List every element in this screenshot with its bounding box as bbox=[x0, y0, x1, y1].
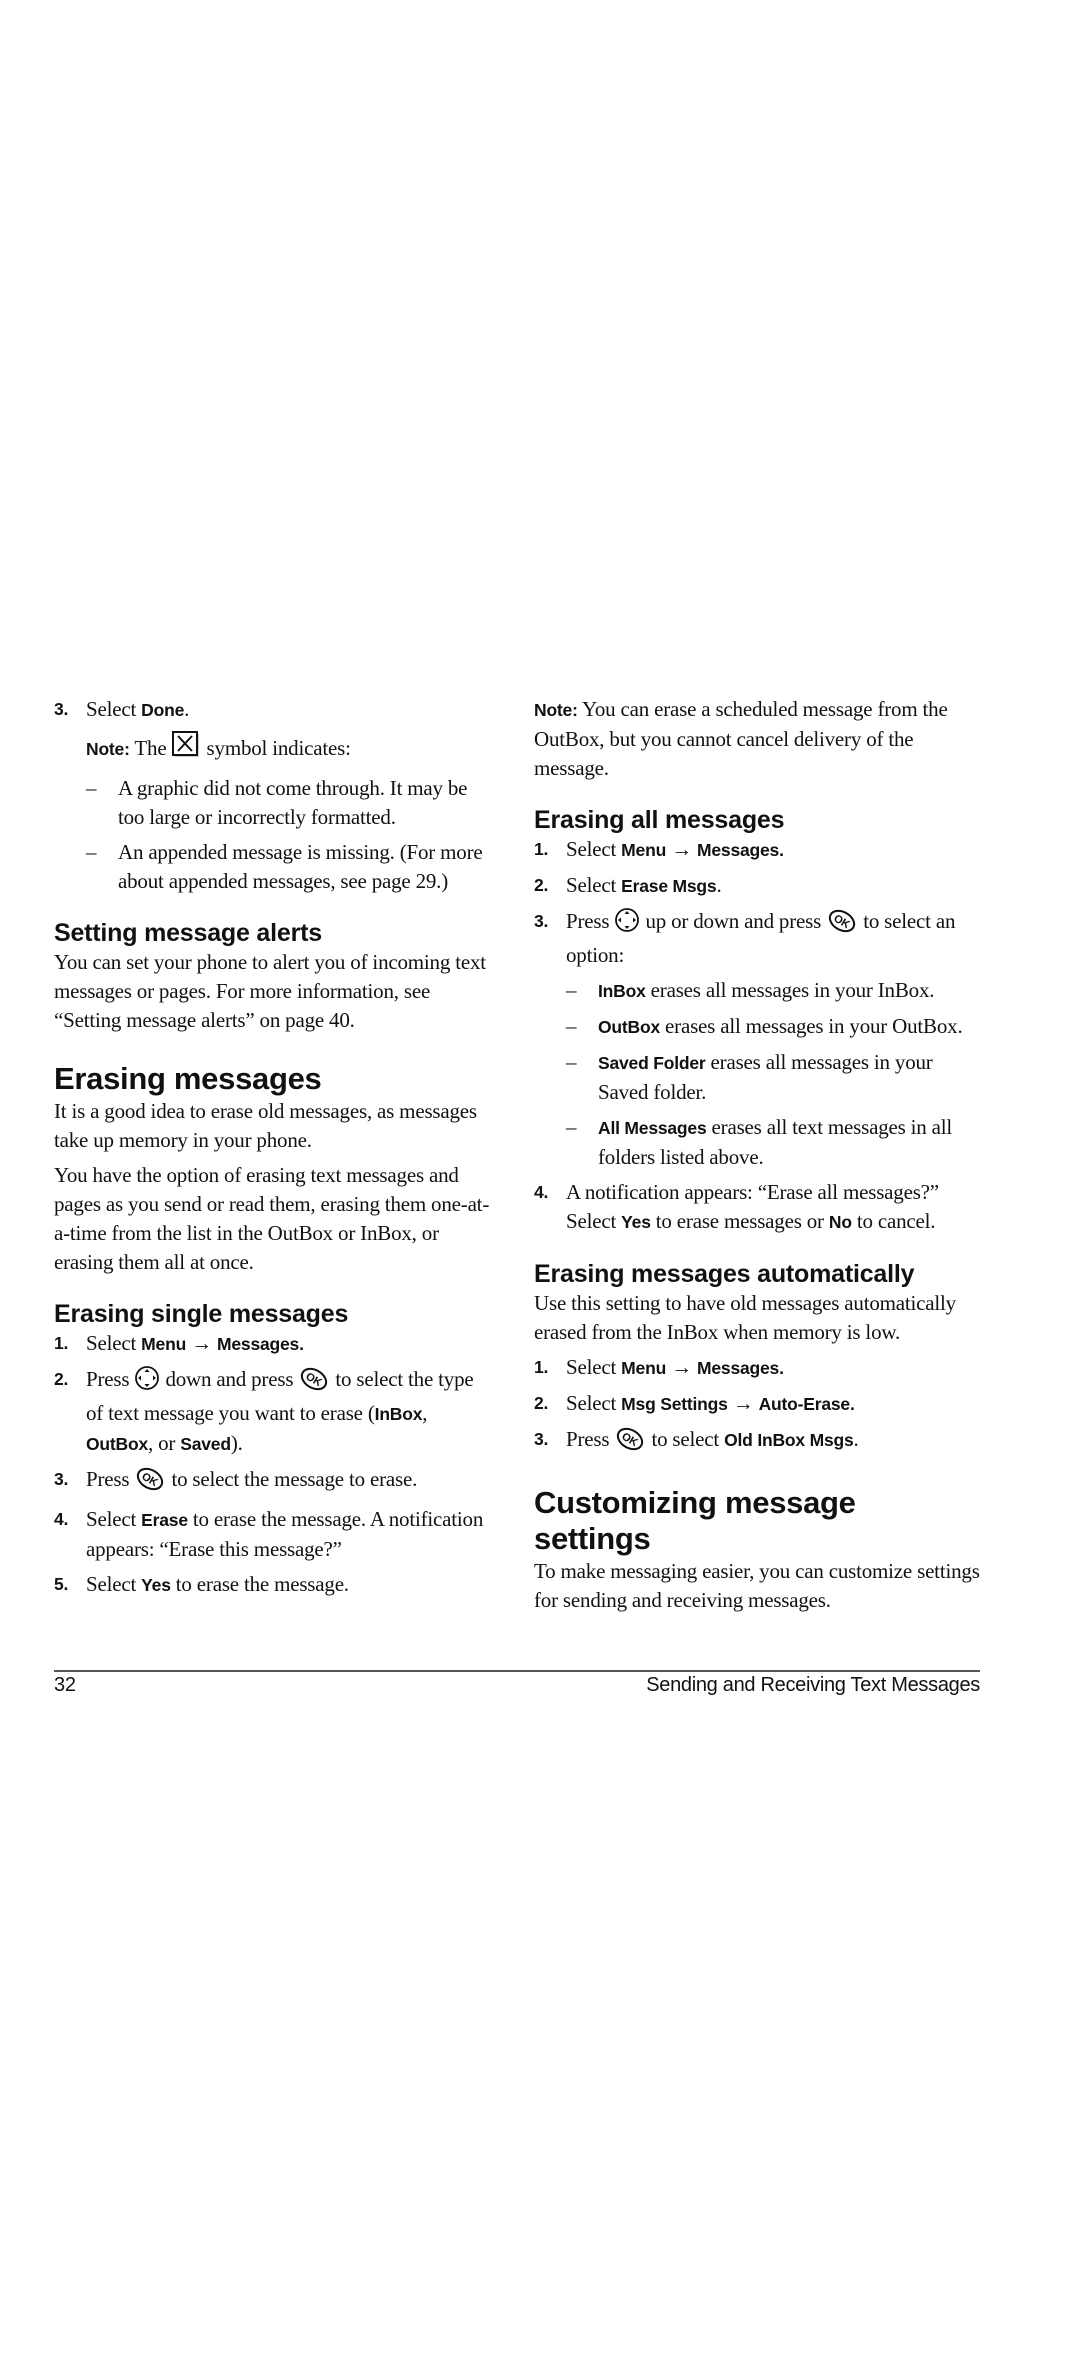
ui-term-done: Done bbox=[141, 700, 185, 720]
heading-erasing-messages-automatically: Erasing messages automatically bbox=[534, 1260, 915, 1288]
footer-rule bbox=[54, 1670, 980, 1672]
note-block: Note: The symbol indicates: – A graphic … bbox=[54, 731, 494, 896]
note-item: – A graphic did not come through. It may… bbox=[86, 776, 468, 829]
left-column: 3. Select Done. Note: The symbol indicat… bbox=[54, 695, 494, 1600]
arrow-icon: → bbox=[191, 1331, 212, 1355]
arrow-icon: → bbox=[671, 837, 692, 861]
chapter-title: Sending and Receiving Text Messages bbox=[646, 1674, 980, 1696]
ui-term-messages: Messages. bbox=[217, 1334, 304, 1354]
arrow-icon: → bbox=[671, 1355, 692, 1379]
step-2: 2. Select Msg Settings → Auto-Erase. bbox=[534, 1391, 855, 1415]
step-2: 2. Select Erase Msgs. bbox=[534, 873, 722, 897]
ok-key-icon: OK bbox=[614, 1427, 646, 1459]
ui-term-erase: Erase bbox=[141, 1510, 188, 1530]
ui-term-auto-erase: Auto-Erase. bbox=[758, 1394, 855, 1414]
step-3: 3. Press OK to select Old InBox Msgs. bbox=[534, 1425, 980, 1459]
ui-term-yes: Yes bbox=[141, 1575, 171, 1595]
ui-term-saved: Saved bbox=[180, 1434, 231, 1454]
option-term: All Messages bbox=[598, 1118, 707, 1138]
alerts-body: You can set your phone to alert you of i… bbox=[54, 950, 486, 1032]
heading-setting-message-alerts: Setting message alerts bbox=[54, 919, 322, 947]
navigation-key-icon bbox=[614, 907, 640, 941]
ui-term-outbox: OutBox bbox=[86, 1434, 148, 1454]
heading-erasing-all-messages: Erasing all messages bbox=[534, 806, 785, 834]
ok-key-icon: OK bbox=[298, 1367, 330, 1399]
step-3: 3. Press OK to select the message to era… bbox=[54, 1465, 494, 1499]
step-1: 1. Select Menu → Messages. bbox=[534, 1355, 784, 1379]
arrow-icon: → bbox=[732, 1391, 754, 1415]
step-1: 1. Select Menu → Messages. bbox=[534, 837, 784, 861]
heading-erasing-messages: Erasing messages bbox=[54, 1061, 322, 1096]
erasing-para-1: It is a good idea to erase old messages,… bbox=[54, 1099, 477, 1152]
option-term: InBox bbox=[598, 981, 646, 1001]
ui-term-old-inbox-msgs: Old InBox Msgs bbox=[724, 1430, 854, 1450]
step-select-done: 3. Select Done. bbox=[54, 695, 494, 725]
ok-key-icon: OK bbox=[826, 909, 858, 941]
ui-term-menu: Menu bbox=[141, 1334, 187, 1354]
ui-term-messages: Messages. bbox=[697, 1358, 784, 1378]
option-term: Saved Folder bbox=[598, 1053, 706, 1073]
step-1: 1. Select Menu → Messages. bbox=[54, 1331, 304, 1355]
option-item: – OutBox erases all messages in your Out… bbox=[566, 1014, 963, 1038]
manual-page: 3. Select Done. Note: The symbol indicat… bbox=[0, 0, 1080, 2376]
ui-term-erase-msgs: Erase Msgs bbox=[621, 876, 717, 896]
option-item: – Saved Folder erases all messages in yo… bbox=[566, 1050, 933, 1104]
ui-term-menu: Menu bbox=[621, 840, 667, 860]
note-label: Note: bbox=[86, 739, 130, 759]
step-5: 5. Select Yes to erase the message. bbox=[54, 1572, 349, 1596]
ui-term-yes: Yes bbox=[621, 1212, 651, 1232]
page-number: 32 bbox=[54, 1674, 76, 1696]
ui-term-menu: Menu bbox=[621, 1358, 667, 1378]
note-line: Note: The symbol indicates: bbox=[86, 731, 494, 768]
option-term: OutBox bbox=[598, 1017, 660, 1037]
missing-graphic-icon bbox=[171, 731, 202, 768]
note-item: – An appended message is missing. (For m… bbox=[86, 840, 483, 893]
navigation-key-icon bbox=[134, 1365, 160, 1399]
option-item: – All Messages erases all text messages … bbox=[566, 1115, 953, 1169]
ui-term-inbox: InBox bbox=[374, 1404, 423, 1424]
ui-term-msg-settings: Msg Settings bbox=[621, 1394, 728, 1414]
ok-key-icon: OK bbox=[134, 1467, 166, 1499]
heading-erasing-single-messages: Erasing single messages bbox=[54, 1300, 349, 1328]
step-2: 2. Press down and press OK to select the… bbox=[54, 1365, 494, 1459]
step-3: 3. Press up or down and press OK to sele… bbox=[534, 907, 980, 1172]
custom-body: To make messaging easier, you can custom… bbox=[534, 1559, 980, 1612]
scheduled-note: Note: You can erase a scheduled message … bbox=[534, 697, 948, 780]
step-4: 4. A notification appears: “Erase all me… bbox=[534, 1180, 939, 1233]
step-4: 4. Select Erase to erase the message. A … bbox=[54, 1507, 484, 1561]
option-item: – InBox erases all messages in your InBo… bbox=[566, 978, 935, 1002]
right-column: Note: You can erase a scheduled message … bbox=[534, 695, 980, 1615]
erasing-para-2: You have the option of erasing text mess… bbox=[54, 1163, 490, 1274]
heading-customizing-message-settings: Customizing message settings bbox=[534, 1485, 856, 1556]
note-label: Note: bbox=[534, 700, 578, 720]
auto-body: Use this setting to have old messages au… bbox=[534, 1291, 956, 1344]
ui-term-no: No bbox=[828, 1212, 852, 1232]
ui-term-messages: Messages. bbox=[697, 840, 784, 860]
step-number: 3. bbox=[54, 699, 69, 719]
